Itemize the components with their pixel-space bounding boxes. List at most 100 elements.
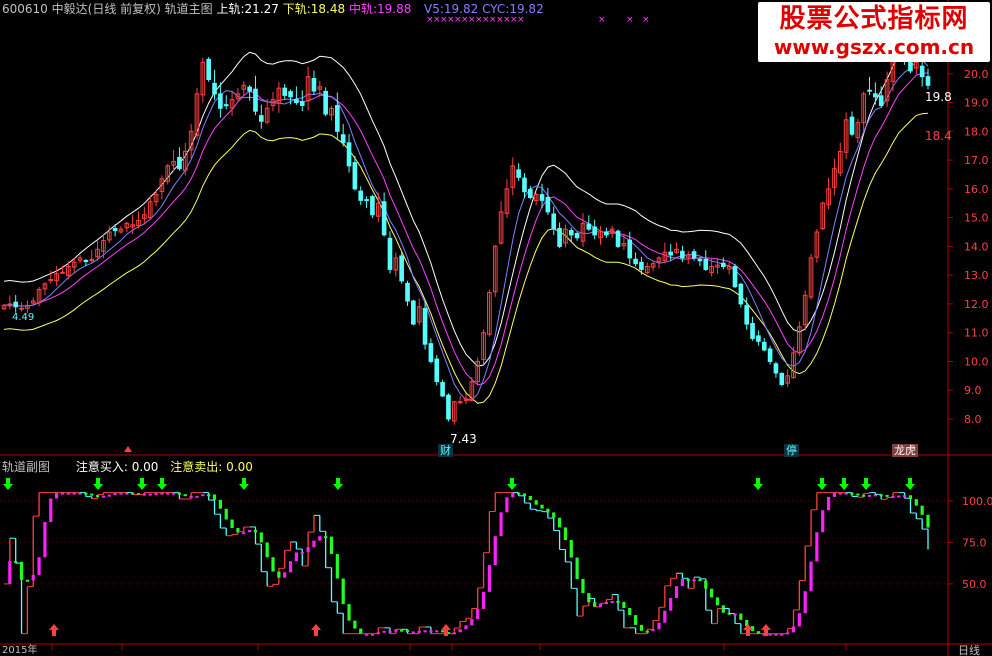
candle-body — [767, 348, 773, 362]
cyc-line — [3, 59, 929, 401]
osc-slow-bar — [639, 624, 644, 631]
left-price-label: 4.49 — [12, 312, 35, 323]
last-mid-label: 19.8 — [925, 90, 952, 104]
candle-body — [19, 307, 24, 310]
candle-body — [528, 188, 533, 198]
price-tick-label: 12.0 — [964, 298, 989, 311]
osc-slow-bar — [604, 602, 608, 605]
candle-body — [557, 227, 562, 247]
osc-slow-bar — [329, 536, 334, 555]
osc-slow-bar — [628, 607, 632, 616]
osc-slow-bar — [224, 508, 228, 520]
candle-body — [440, 381, 445, 397]
candle-body — [545, 196, 551, 213]
osc-slow-bar — [37, 557, 41, 575]
osc-slow-bar — [353, 620, 357, 629]
osc-slow-bar — [867, 494, 872, 497]
osc-slow-bar — [90, 493, 94, 496]
sell-signal-arrow — [157, 478, 167, 490]
osc-slow-bar — [557, 517, 562, 528]
upper-label: 上轨: — [216, 2, 245, 16]
osc-slow-bar — [43, 521, 47, 558]
osc-slow-bar — [546, 508, 550, 513]
osc-slow-bar — [581, 578, 585, 594]
price-tick-label: 15.0 — [964, 212, 989, 225]
v5-label: V5: — [424, 2, 444, 16]
osc-slow-bar — [669, 597, 673, 611]
chart-canvas[interactable]: 8.0 9.0 10.0 11.0 12.0 13.0 14.0 15.0 16.0 17.0 18… — [0, 0, 992, 656]
osc-slow-bar — [698, 579, 702, 582]
candle-body — [586, 223, 592, 230]
osc-slow-bar — [19, 561, 24, 580]
candle-body — [849, 116, 855, 135]
sub-chart-header: 轨道副图 注意买入: 0.00 注意卖出: 0.00 — [2, 460, 253, 474]
middle-band-line — [3, 72, 929, 386]
osc-slow-bar — [288, 561, 293, 573]
buy-value: 0.00 — [131, 460, 159, 474]
candle-body — [299, 101, 305, 106]
osc-slow-bar — [265, 542, 269, 558]
date-axis-start: 2015年 — [2, 645, 38, 656]
candle-body — [592, 226, 597, 236]
osc-slow-bar — [148, 493, 152, 496]
candle-body — [399, 255, 404, 282]
osc-slow-bar — [335, 554, 339, 579]
candle-body — [247, 86, 252, 92]
osc-slow-bar — [253, 529, 258, 533]
price-tick-label: 14.0 — [964, 240, 989, 253]
osc-slow-bar — [534, 500, 538, 505]
osc-slow-bar — [593, 602, 597, 607]
candle-body — [212, 82, 217, 95]
buy-signal-arrow — [49, 624, 59, 636]
osc-slow-bar — [657, 622, 661, 630]
sell-label: 注意卖出: — [170, 460, 223, 474]
osc-slow-bar — [920, 505, 924, 515]
candle-body — [428, 343, 434, 362]
period-label: 日线 — [958, 644, 980, 656]
candle-body — [697, 258, 703, 262]
osc-slow-bar — [552, 512, 556, 518]
osc-slow-bar — [569, 539, 573, 558]
candle-body — [346, 142, 352, 167]
price-tick-label: 9.0 — [964, 384, 982, 397]
osc-slow-bar — [177, 492, 182, 495]
osc-slow-bar — [897, 495, 901, 498]
osc-slow-bar — [563, 527, 568, 540]
candle-body — [574, 232, 580, 239]
osc-slow-bar — [405, 630, 410, 633]
osc-slow-bar — [429, 630, 433, 633]
sell-signal-arrow — [507, 478, 517, 490]
osc-slow-bar — [803, 591, 807, 614]
candle-body — [756, 335, 761, 342]
osc-slow-bar — [610, 601, 614, 604]
osc-slow-bar — [902, 495, 907, 498]
candle-body — [282, 87, 288, 96]
osc-slow-bar — [195, 495, 199, 498]
osc-slow-bar — [212, 494, 217, 500]
osc-slow-bar — [101, 495, 106, 498]
sell-signal-arrow — [333, 478, 343, 490]
osc-slow-bar — [815, 532, 819, 562]
price-tick-label: 8.0 — [964, 413, 982, 426]
osc-slow-bar — [242, 532, 246, 535]
osc-slow-bar — [487, 565, 492, 592]
sub-indicator-name: 轨道副图 — [2, 460, 51, 474]
watermark-title: 股票公式指标网 — [779, 4, 969, 34]
candle-body — [446, 394, 451, 420]
lower-band-line — [3, 112, 929, 404]
candle-body — [633, 258, 638, 265]
candle-body — [253, 88, 258, 112]
sell-signal-arrow — [3, 478, 13, 490]
candle-body — [539, 194, 545, 201]
candle-body — [294, 99, 299, 104]
candle-body — [434, 358, 440, 383]
candle-body — [288, 91, 293, 98]
sub-tick-label: 100.0 — [962, 495, 992, 508]
candle-body — [551, 213, 557, 230]
price-tick-label: 16.0 — [964, 183, 989, 196]
osc-slow-bar — [914, 499, 918, 506]
suspension-badge[interactable]: 停 — [784, 444, 799, 457]
dragon-tiger-badge[interactable]: 龙虎 — [892, 444, 918, 457]
osc-slow-bar — [616, 601, 620, 604]
osc-slow-bar — [277, 571, 281, 578]
